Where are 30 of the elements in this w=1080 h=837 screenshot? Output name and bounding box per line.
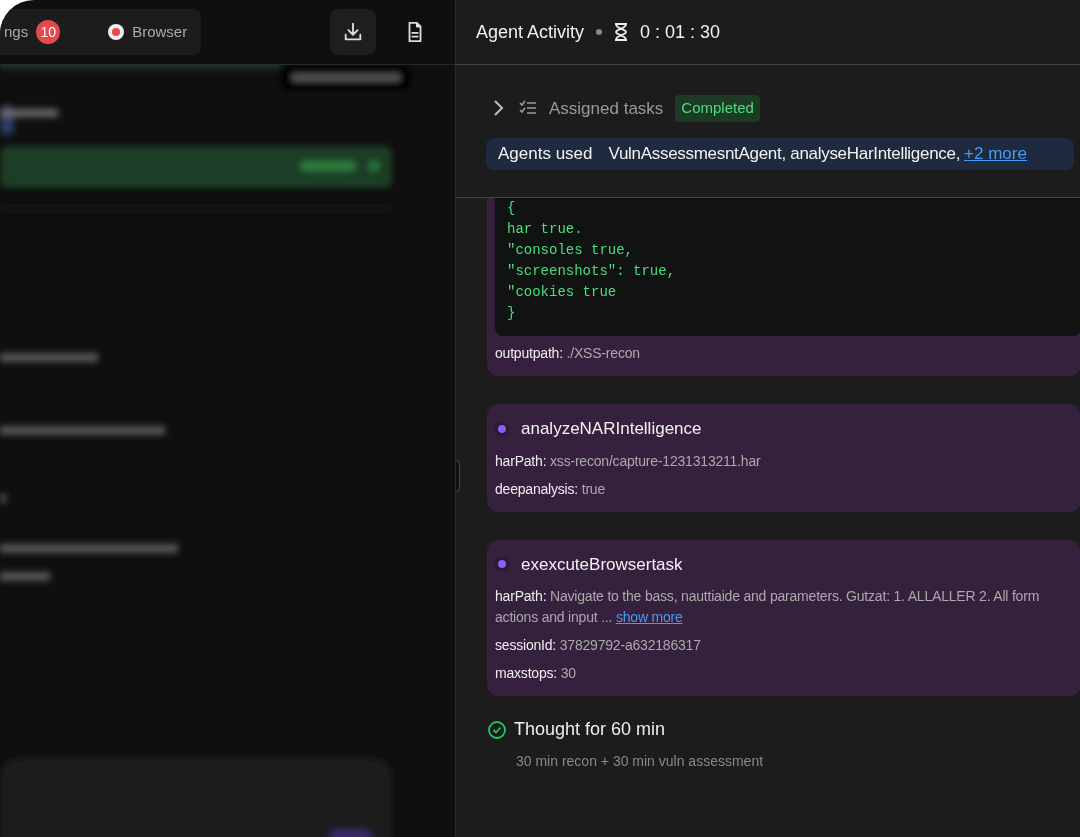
code-block: { har true. "consoles true, "screenshots": true, "cookies true }: [495, 198, 1080, 336]
count-badge: 10: [36, 20, 61, 44]
parameter-text: outputpath: ./XSS-recon: [495, 344, 641, 363]
more-agents-link[interactable]: +2 more: [964, 140, 1027, 167]
task-title: exexcuteBrowsertask: [521, 553, 683, 576]
timer: 0 : 01 : 30: [640, 20, 721, 44]
download-button[interactable]: [330, 9, 376, 55]
check-circle-icon: [488, 720, 506, 739]
section-label: Assigned tasks: [549, 97, 664, 120]
parameter-text: sessionId: 37829792-a632186317: [495, 636, 702, 655]
checklist-icon: [519, 100, 537, 117]
tab[interactable]: ngs 10: [0, 9, 65, 55]
task-title: analyzeNARIntelligence: [521, 418, 702, 440]
status-dot-icon: [495, 557, 509, 572]
hourglass-icon: [614, 23, 629, 41]
parameter-text: harPath: Navigate to the bass, nauttiaide and parameters. Gutzat: 1. ALLALLER 2. All form actions and input ... show more: [495, 587, 1041, 627]
agents-label: Agents used: [498, 142, 593, 165]
download-icon: [342, 21, 364, 43]
thought-detail: 30 min recon + 30 min vuln assessment: [515, 752, 765, 771]
parameter-text: maxstops: 30: [495, 664, 577, 683]
agents-list: VulnAssessmesntAgent, analyseHarIntelligence,: [608, 140, 961, 167]
status-badge: Completed: [675, 95, 760, 122]
show-more-link[interactable]: show more: [615, 609, 683, 625]
record-icon: [108, 24, 125, 40]
parameter-text: deepanalysis: true: [495, 479, 607, 499]
tab[interactable]: Browser: [104, 9, 192, 55]
parameter-text: harPath: xss-recon/capture-1231313211.har: [495, 451, 762, 471]
thought-title: Thought for 60 min: [514, 718, 666, 741]
panel-title: Agent Activity: [476, 20, 585, 44]
status-dot-icon: [495, 421, 509, 436]
